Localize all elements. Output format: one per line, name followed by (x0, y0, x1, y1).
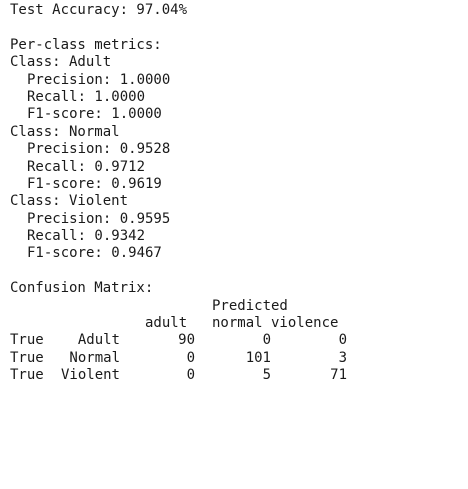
row-prefix: True (10, 349, 44, 366)
recall-line: Recall: 0.9342 (27, 228, 146, 245)
row-label-normal: Normal (69, 349, 120, 366)
precision-line: Precision: 1.0000 (27, 71, 171, 88)
class-label: Class: Violent (10, 193, 129, 210)
cell-normal-adult: 0 (186, 349, 195, 366)
recall-line: Recall: 0.9712 (27, 158, 146, 175)
row-prefix: True (10, 367, 44, 384)
test-accuracy-line: Test Accuracy: 97.04% (10, 2, 188, 18)
cell-adult-adult: 90 (178, 332, 195, 349)
per-class-header: Per-class metrics: (10, 36, 162, 53)
precision-line: Precision: 0.9528 (27, 141, 171, 158)
confusion-row-violent: True Violent 0 5 71 (10, 367, 458, 384)
cell-violent-violence: 71 (330, 367, 347, 384)
confusion-predicted-row: Predicted (10, 298, 458, 315)
precision-line: Precision: 0.9595 (27, 210, 171, 227)
f1-line: F1-score: 0.9467 (27, 245, 162, 262)
column-header-violence: violence (271, 315, 339, 332)
cell-normal-normal: 101 (245, 349, 271, 366)
cell-adult-normal: 0 (262, 332, 271, 349)
predicted-axis-label: Predicted (212, 297, 288, 314)
column-header-normal: normal (212, 315, 263, 332)
recall-line: Recall: 1.0000 (27, 88, 146, 105)
cell-violent-adult: 0 (186, 367, 195, 384)
row-label-adult: Adult (77, 332, 120, 349)
cell-normal-violence: 3 (338, 349, 347, 366)
cell-adult-violence: 0 (338, 332, 347, 349)
class-label: Class: Adult (10, 54, 112, 71)
class-block-adult: Class: Adult Precision: 1.0000 Recall: 1… (10, 54, 458, 124)
confusion-row-adult: True Adult 90 0 0 (10, 332, 458, 349)
cell-violent-normal: 5 (262, 367, 271, 384)
f1-line: F1-score: 0.9619 (27, 175, 162, 192)
class-block-normal: Class: Normal Precision: 0.9528 Recall: … (10, 124, 458, 194)
confusion-column-headers: adult normal violence (10, 315, 458, 332)
confusion-matrix-header: Confusion Matrix: (10, 280, 154, 297)
row-label-violent: Violent (60, 367, 120, 384)
class-block-violent: Class: Violent Precision: 0.9595 Recall:… (10, 193, 458, 263)
confusion-row-normal: True Normal 0 101 3 (10, 350, 458, 367)
class-label: Class: Normal (10, 123, 120, 140)
f1-line: F1-score: 1.0000 (27, 106, 162, 123)
row-prefix: True (10, 332, 44, 349)
console-output: Test Accuracy: 97.04% Per-class metrics:… (10, 2, 458, 385)
column-header-adult: adult (145, 315, 188, 332)
